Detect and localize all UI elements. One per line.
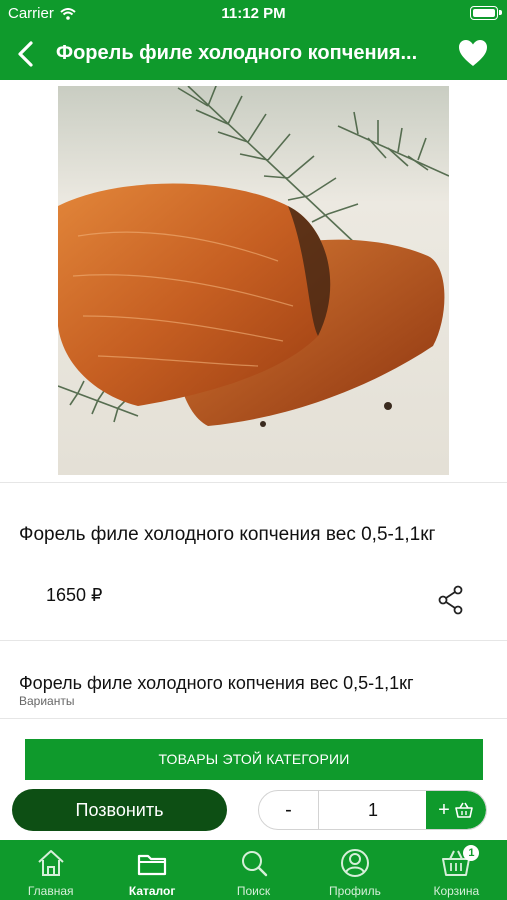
tab-profile[interactable]: Профиль bbox=[304, 840, 405, 900]
category-products-button[interactable]: ТОВАРЫ ЭТОЙ КАТЕГОРИИ bbox=[25, 739, 483, 780]
basket-icon bbox=[455, 802, 473, 818]
add-to-cart-button[interactable]: + bbox=[426, 791, 486, 829]
variant-label: Варианты bbox=[19, 694, 75, 708]
tab-cart[interactable]: 1 Корзина bbox=[406, 840, 507, 900]
page-title: Форель филе холодного копчения... bbox=[56, 42, 418, 64]
tab-label: Профиль bbox=[329, 884, 381, 898]
folder-icon bbox=[138, 854, 167, 876]
product-image[interactable] bbox=[58, 86, 449, 475]
quantity-value[interactable]: 1 bbox=[319, 791, 427, 829]
status-bar: Carrier 11:12 PM bbox=[0, 0, 507, 28]
status-time: 11:12 PM bbox=[221, 5, 286, 22]
battery-icon bbox=[470, 6, 502, 20]
tab-bar: Главная Каталог Поиск Профиль 1 Корзина bbox=[0, 840, 507, 900]
tab-label: Корзина bbox=[433, 884, 480, 898]
section-divider bbox=[0, 640, 507, 641]
navigation-bar: Форель филе холодного копчения... bbox=[0, 28, 507, 80]
plus-label: + bbox=[438, 798, 450, 821]
back-arrow-icon[interactable] bbox=[10, 38, 42, 70]
tab-label: Каталог bbox=[128, 884, 176, 898]
profile-icon bbox=[340, 849, 369, 877]
quantity-stepper: - 1 + bbox=[258, 790, 487, 830]
product-title: Форель филе холодного копчения вес 0,5-1… bbox=[19, 524, 436, 545]
tab-search[interactable]: Поиск bbox=[203, 840, 304, 900]
search-icon bbox=[241, 851, 267, 877]
tab-home[interactable]: Главная bbox=[0, 840, 101, 900]
section-divider bbox=[0, 482, 507, 483]
favorite-heart-icon[interactable] bbox=[457, 38, 489, 68]
variant-name[interactable]: Форель филе холодного копчения вес 0,5-1… bbox=[19, 673, 414, 694]
tab-label: Поиск bbox=[236, 884, 271, 898]
call-button[interactable]: Позвонить bbox=[12, 789, 227, 831]
home-icon bbox=[38, 850, 64, 876]
tab-catalog[interactable]: Каталог bbox=[101, 840, 202, 900]
product-screen: Carrier 11:12 PM Форель филе холодного к… bbox=[0, 0, 507, 900]
cart-badge: 1 bbox=[463, 845, 480, 861]
tab-label: Главная bbox=[27, 884, 74, 898]
decrease-quantity-button[interactable]: - bbox=[259, 791, 319, 829]
action-row: Позвонить - 1 + bbox=[0, 781, 507, 840]
section-divider bbox=[0, 718, 507, 719]
share-icon[interactable] bbox=[436, 584, 466, 616]
product-price: 1650 ₽ bbox=[46, 585, 103, 605]
